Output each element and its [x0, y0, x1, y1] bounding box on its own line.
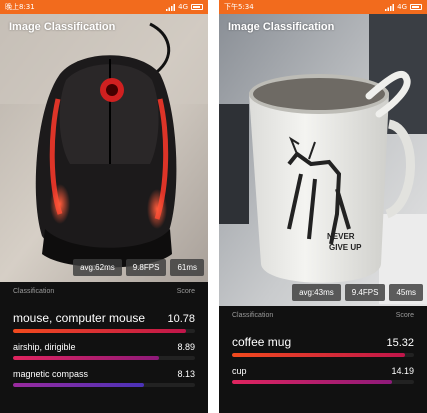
camera-preview [0, 14, 208, 282]
score-bar [13, 383, 195, 387]
results-header: Classification Score [219, 306, 427, 324]
result-label: airship, dirigible [13, 342, 76, 352]
last-latency-chip: 45ms [389, 284, 423, 301]
network-type: 4G [397, 3, 407, 11]
result-item: mouse, computer mouse 10.78 [0, 300, 208, 333]
score-bar-fill [13, 383, 145, 387]
network-type: 4G [178, 3, 188, 11]
result-item: cup 14.19 [219, 357, 427, 384]
results-panel: Classification Score mouse, computer mou… [0, 282, 208, 413]
results-header-label: Classification [13, 288, 55, 295]
result-score: 8.89 [177, 342, 195, 352]
svg-text:NEVER: NEVER [327, 232, 355, 241]
result-score: 14.19 [391, 366, 414, 376]
camera-preview: NEVER GIVE UP [219, 14, 427, 306]
performance-stats: avg:43ms 9.4FPS 45ms [292, 284, 423, 301]
results-header-label: Classification [232, 312, 274, 319]
result-item: magnetic compass 8.13 [0, 360, 208, 387]
result-score: 15.32 [386, 337, 414, 349]
performance-stats: avg:62ms 9.8FPS 61ms [73, 259, 204, 276]
battery-icon [410, 4, 422, 10]
svg-text:GIVE UP: GIVE UP [329, 243, 362, 252]
fps-chip: 9.8FPS [125, 259, 167, 276]
score-bar-fill [232, 380, 393, 384]
last-latency-chip: 61ms [170, 259, 204, 276]
status-time: 下午5:34 [224, 3, 254, 11]
phone-screen-right: 下午5:34 4G NEVER GIVE UP Image Classifica… [219, 0, 427, 413]
phone-screen-left: 晚上8:31 4G Image Classification avg:62ms … [0, 0, 208, 413]
result-label: magnetic compass [13, 369, 89, 379]
status-bar: 晚上8:31 4G [0, 0, 208, 14]
result-item: airship, dirigible 8.89 [0, 333, 208, 360]
result-label: coffee mug [232, 335, 292, 349]
results-header-score: Score [176, 288, 195, 295]
result-label: cup [232, 366, 247, 376]
fps-chip: 9.4FPS [344, 284, 386, 301]
score-bar [232, 380, 414, 384]
signal-icon [166, 3, 176, 11]
result-score: 8.13 [177, 369, 195, 379]
avg-latency-chip: avg:43ms [292, 284, 341, 301]
result-score: 10.78 [167, 313, 195, 325]
result-item: coffee mug 15.32 [219, 324, 427, 357]
results-header: Classification Score [0, 282, 208, 300]
avg-latency-chip: avg:62ms [73, 259, 122, 276]
status-bar: 下午5:34 4G [219, 0, 427, 14]
results-header-score: Score [395, 312, 414, 319]
camera-frame-mug: NEVER GIVE UP [219, 14, 427, 306]
status-time: 晚上8:31 [5, 3, 35, 11]
app-title: Image Classification [9, 21, 116, 33]
signal-icon [385, 3, 395, 11]
results-panel: Classification Score coffee mug 15.32 cu… [219, 306, 427, 413]
app-title: Image Classification [228, 21, 335, 33]
camera-frame-mouse [0, 14, 208, 282]
result-label: mouse, computer mouse [13, 311, 146, 325]
battery-icon [191, 4, 203, 10]
